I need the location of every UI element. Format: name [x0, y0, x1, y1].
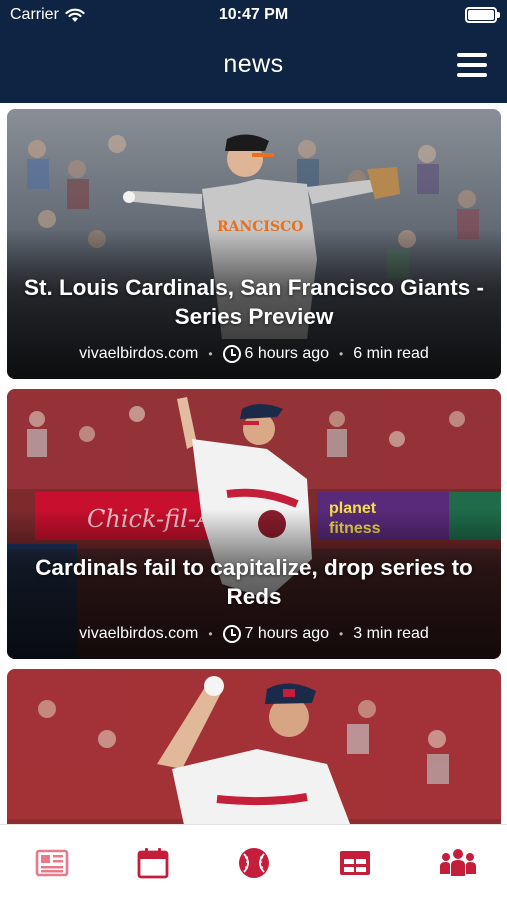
time-ago-label: 6 hours ago	[244, 345, 330, 363]
tab-standings[interactable]	[337, 845, 373, 881]
status-time: 10:47 PM	[218, 6, 289, 23]
tab-roster[interactable]	[438, 845, 476, 881]
article-meta: vivaelbirdos.com • 7 hours ago • 3 min r…	[7, 625, 501, 643]
newspaper-icon	[35, 849, 69, 877]
clock-icon	[222, 345, 241, 363]
hamburger-menu-button[interactable]	[457, 52, 489, 78]
page-title: news	[223, 50, 284, 78]
bottom-tab-bar	[0, 824, 507, 900]
team-roster-icon	[440, 849, 476, 876]
published-time: 6 hours ago	[222, 345, 330, 363]
article-source: vivaelbirdos.com	[79, 345, 199, 363]
menu-line-icon	[457, 53, 487, 57]
menu-line-icon	[457, 63, 487, 67]
menu-line-icon	[457, 73, 487, 77]
tab-games[interactable]	[236, 845, 272, 881]
article-title: St. Louis Cardinals, San Francisco Giant…	[23, 275, 485, 329]
news-feed[interactable]: RANCISCO St. Louis Cardinals, San Franci…	[0, 103, 507, 824]
clock-icon	[222, 625, 241, 643]
separator-dot: •	[339, 347, 344, 362]
news-card[interactable]	[7, 669, 501, 824]
separator-dot: •	[339, 627, 344, 642]
article-meta: vivaelbirdos.com • 6 hours ago • 6 min r…	[7, 345, 501, 363]
time-ago-label: 7 hours ago	[244, 625, 330, 643]
baseball-icon	[239, 848, 269, 878]
calendar-icon	[137, 848, 169, 879]
standings-table-icon	[340, 851, 370, 875]
top-navigation-bar: Carrier 10:47 PM news	[0, 0, 507, 103]
read-time: 3 min read	[353, 625, 429, 643]
separator-dot: •	[208, 627, 213, 642]
article-photo-cardinals-pitcher-2	[7, 669, 501, 824]
article-source: vivaelbirdos.com	[79, 625, 199, 643]
tab-news[interactable]	[34, 845, 70, 881]
status-bar: Carrier 10:47 PM	[0, 0, 507, 30]
read-time: 6 min read	[353, 345, 429, 363]
published-time: 7 hours ago	[222, 625, 330, 643]
battery-icon	[465, 7, 500, 23]
tab-schedule[interactable]	[135, 845, 171, 881]
news-card[interactable]: Chick-fil-A planet fitness Cardinals fai…	[7, 389, 501, 659]
separator-dot: •	[208, 347, 213, 362]
article-title: Cardinals fail to capitalize, drop serie…	[35, 555, 473, 609]
news-card[interactable]: RANCISCO St. Louis Cardinals, San Franci…	[7, 109, 501, 379]
